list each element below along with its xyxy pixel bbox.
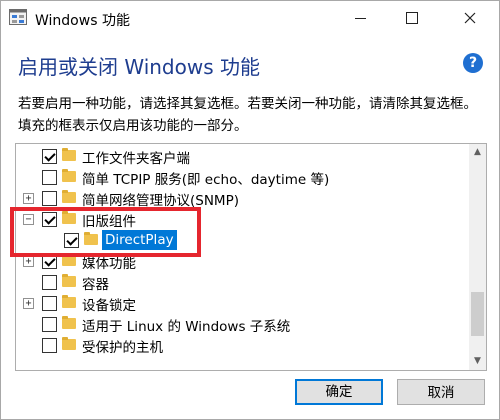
scrollbar-thumb[interactable] [471, 292, 484, 336]
maximize-button[interactable] [389, 1, 435, 35]
collapse-icon[interactable]: − [23, 214, 34, 225]
folder-icon [62, 190, 76, 203]
checkbox[interactable] [64, 233, 79, 248]
window-title: Windows 功能 [35, 13, 130, 29]
tree-item-label: 简单网络管理协议(SNMP) [82, 193, 239, 209]
folder-icon [62, 211, 76, 224]
scroll-down-icon[interactable]: ▼ [469, 353, 486, 370]
tree-item-label: 旧版组件 [82, 214, 136, 230]
close-button[interactable] [447, 1, 493, 35]
features-tree[interactable]: 工作文件夹客户端 简单 TCPIP 服务(即 echo、daytime 等) +… [15, 143, 487, 371]
checkbox[interactable] [42, 296, 57, 311]
windows-features-dialog: Windows 功能 启用或关闭 Windows 功能 ? 若要启用一种功能，请… [0, 0, 500, 420]
description-text: 若要启用一种功能，请选择其复选框。若要关闭一种功能，请清除其复选框。填充的框表示… [18, 96, 477, 134]
tree-item-wsl[interactable]: 适用于 Linux 的 Windows 子系统 [16, 314, 466, 335]
close-icon [464, 12, 476, 24]
expand-icon[interactable]: + [23, 193, 34, 204]
tree-item-guarded-host[interactable]: 受保护的主机 [16, 335, 466, 356]
checkbox[interactable] [42, 254, 57, 269]
tree-item-label: 媒体功能 [82, 256, 136, 272]
tree-item-legacy-components[interactable]: − 旧版组件 [16, 209, 466, 230]
folder-icon [62, 274, 76, 287]
tree-item-label: 简单 TCPIP 服务(即 echo、daytime 等) [82, 172, 330, 188]
folder-icon [62, 316, 76, 329]
tree-item-directplay[interactable]: DirectPlay [16, 230, 466, 251]
tree-item-label: 适用于 Linux 的 Windows 子系统 [82, 319, 291, 335]
tree-item-work-folders-client[interactable]: 工作文件夹客户端 [16, 146, 466, 167]
help-icon[interactable]: ? [463, 53, 483, 73]
tree-item-device-lockdown[interactable]: + 设备锁定 [16, 293, 466, 314]
tree-item-label: 工作文件夹客户端 [82, 151, 190, 167]
minimize-button[interactable] [337, 1, 383, 35]
ok-button[interactable]: 确定 [295, 379, 383, 405]
vertical-scrollbar[interactable]: ▲ ▼ [469, 144, 486, 370]
checkbox[interactable] [42, 149, 57, 164]
tree-item-label: 容器 [82, 277, 109, 293]
tree-item-label: 受保护的主机 [82, 340, 163, 356]
minimize-icon [354, 17, 366, 19]
expand-icon[interactable]: + [23, 298, 34, 309]
checkbox[interactable] [42, 170, 57, 185]
folder-icon [62, 295, 76, 308]
checkbox[interactable] [42, 212, 57, 227]
tree-item-media-features[interactable]: + 媒体功能 [16, 251, 466, 272]
folder-icon [62, 337, 76, 350]
page-title: 启用或关闭 Windows 功能 [18, 55, 260, 79]
checkbox[interactable] [42, 338, 57, 353]
scroll-up-icon[interactable]: ▲ [469, 144, 486, 161]
folder-icon [62, 148, 76, 161]
tree-item-snmp[interactable]: + 简单网络管理协议(SNMP) [16, 188, 466, 209]
tree-item-label: DirectPlay [102, 230, 177, 250]
checkbox[interactable] [42, 317, 57, 332]
tree-item-label: 设备锁定 [82, 298, 136, 314]
title-bar[interactable]: Windows 功能 [1, 1, 499, 35]
folder-icon [62, 169, 76, 182]
folder-icon [84, 232, 98, 245]
cancel-button[interactable]: 取消 [397, 379, 485, 405]
maximize-icon [406, 12, 418, 24]
tree-item-simple-tcpip[interactable]: 简单 TCPIP 服务(即 echo、daytime 等) [16, 167, 466, 188]
checkbox[interactable] [42, 275, 57, 290]
expand-icon[interactable]: + [23, 256, 34, 267]
tree-item-containers[interactable]: 容器 [16, 272, 466, 293]
checkbox[interactable] [42, 191, 57, 206]
windows-features-app-icon [9, 9, 27, 25]
folder-icon [62, 253, 76, 266]
